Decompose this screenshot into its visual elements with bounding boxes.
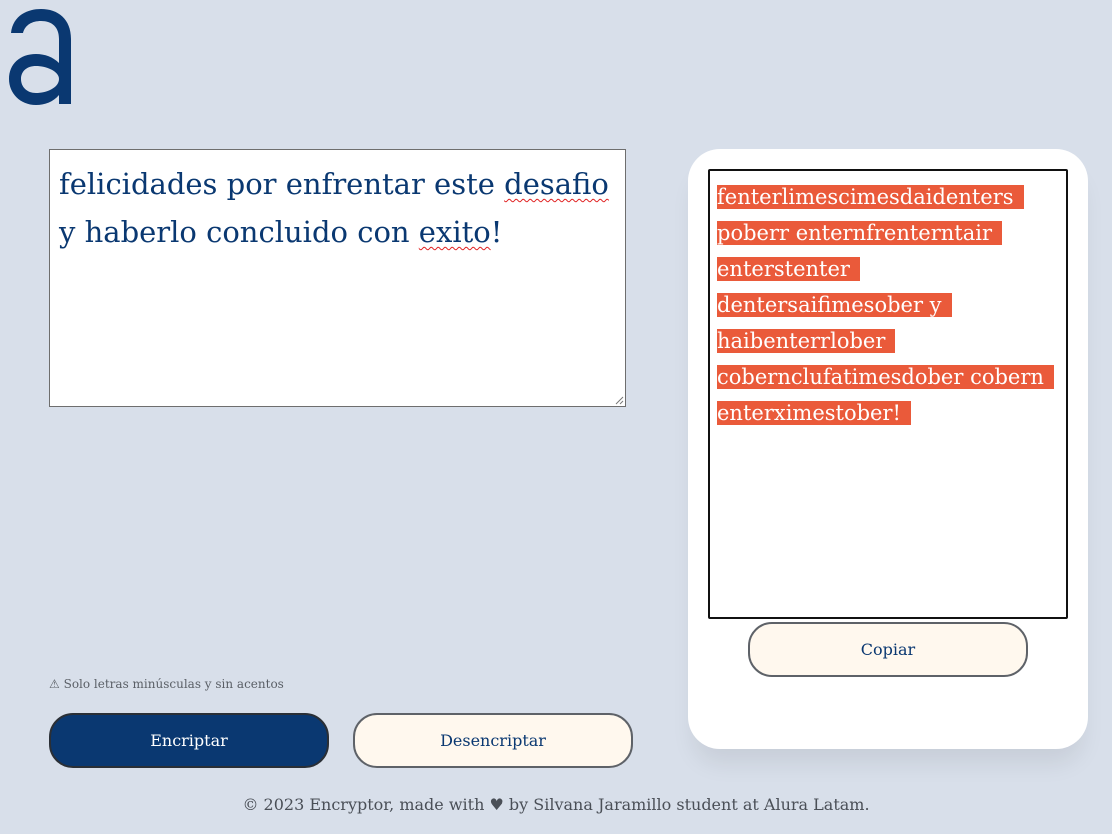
misspelled-word: desafio (504, 167, 609, 201)
output-textarea[interactable]: fenterlimescimesdaidenters poberr entern… (708, 169, 1068, 619)
input-text-part: y haberlo concluido con (59, 215, 419, 249)
output-text: fenterlimescimesdaidenters poberr entern… (717, 185, 1054, 425)
resize-grip-icon[interactable] (614, 395, 624, 405)
misspelled-word: exito (418, 215, 491, 249)
output-panel: fenterlimescimesdaidenters poberr entern… (688, 149, 1088, 749)
encryptor-page: felicidades por enfrentar este desafio y… (0, 0, 1112, 834)
input-hint: ⚠ Solo letras minúsculas y sin acentos (49, 677, 284, 691)
input-text-part: ! (490, 215, 503, 249)
message-input[interactable]: felicidades por enfrentar este desafio y… (49, 149, 626, 407)
warning-icon: ⚠ (49, 677, 60, 691)
encrypt-button[interactable]: Encriptar (49, 713, 329, 768)
decrypt-button[interactable]: Desencriptar (353, 713, 633, 768)
copy-button[interactable]: Copiar (748, 622, 1028, 677)
footer-text: © 2023 Encryptor, made with ♥ by Silvana… (242, 795, 870, 814)
warning-text: Solo letras minúsculas y sin acentos (63, 677, 284, 691)
alura-a-logo-icon (9, 9, 71, 105)
input-text-part: felicidades por enfrentar este (59, 167, 505, 201)
